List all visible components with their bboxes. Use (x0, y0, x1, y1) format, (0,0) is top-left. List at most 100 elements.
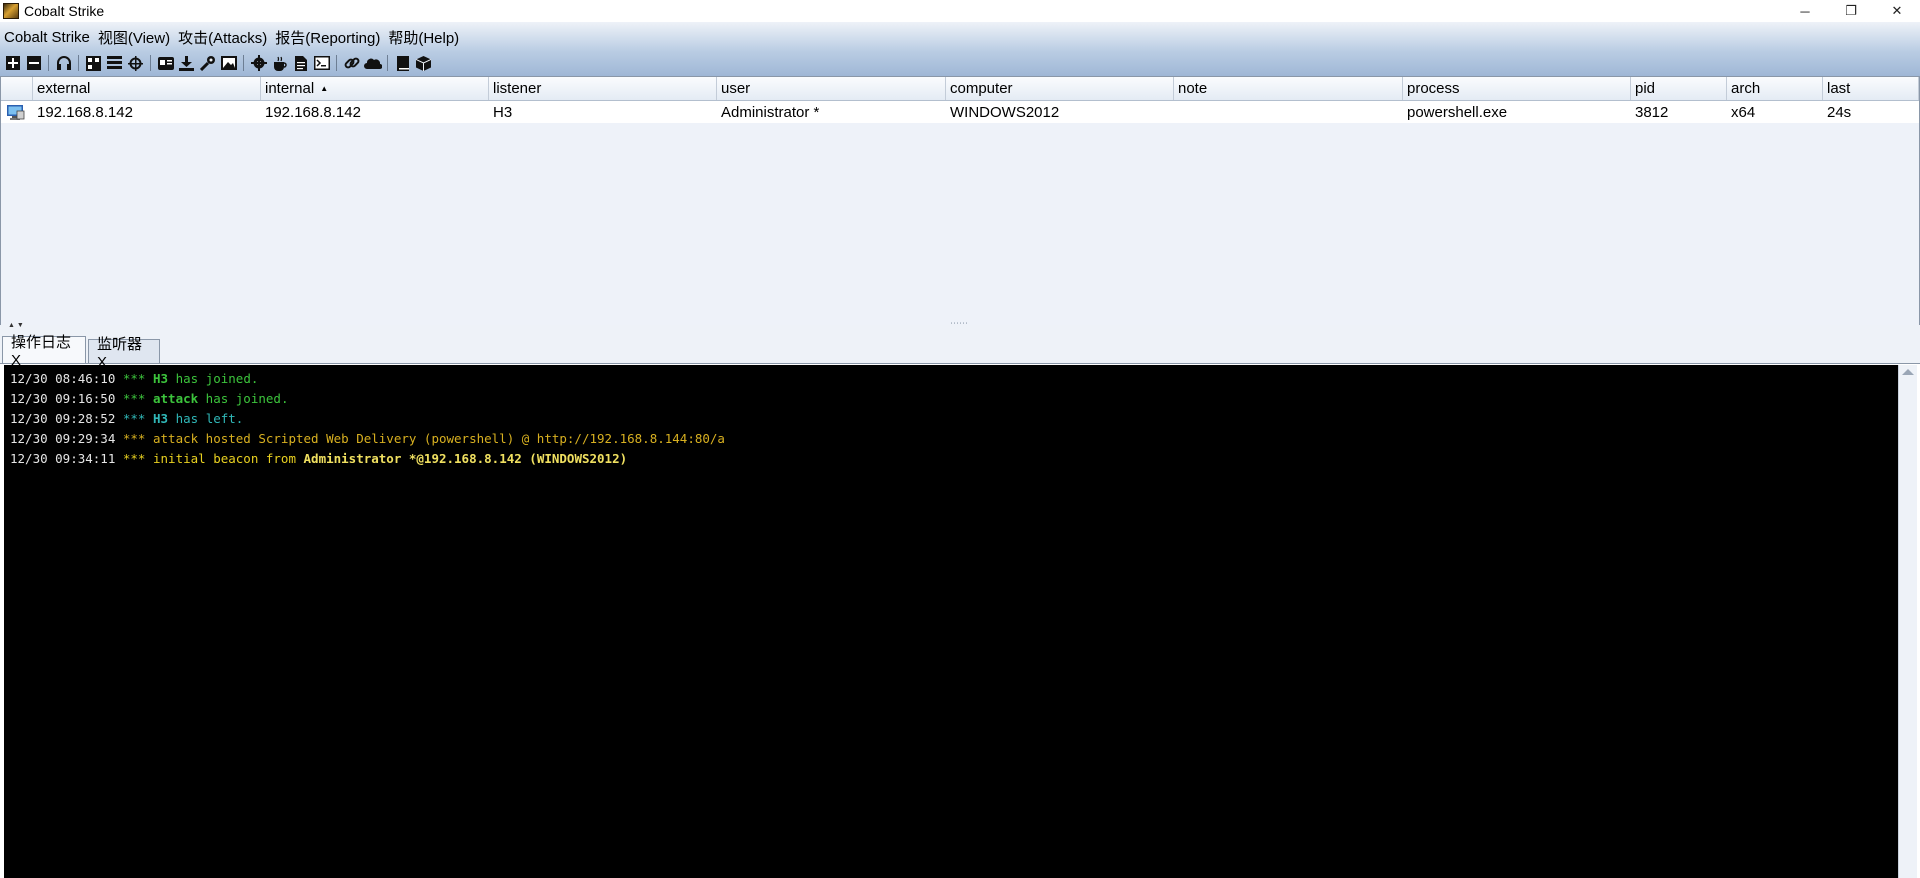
web-log-cloud-icon (363, 57, 382, 69)
console-scrollbar[interactable] (1898, 365, 1917, 878)
tab-0[interactable]: 操作日志X (2, 334, 86, 369)
column-header-label: user (721, 80, 751, 97)
cell-note (1174, 101, 1403, 123)
cell-process: powershell.exe (1407, 103, 1508, 121)
sort-ascending-icon: ▲ (320, 84, 329, 93)
close-button[interactable]: ✕ (1874, 0, 1920, 22)
log-message-segment: *** (115, 451, 153, 466)
cell-internal: 192.168.8.142 (265, 103, 361, 121)
toolbar (2, 52, 434, 74)
cell-external: 192.168.8.142 (37, 103, 133, 121)
monitor-icon (1, 101, 33, 123)
toolbar-separator (150, 55, 151, 71)
active-sessions-cube-button[interactable] (413, 53, 434, 73)
credentials-button[interactable] (155, 53, 176, 73)
disconnect-icon (26, 56, 41, 70)
log-message-segment: Administrator * (303, 451, 417, 466)
cell-computer: WINDOWS2012 (950, 103, 1060, 121)
column-header-note[interactable]: note (1174, 77, 1403, 100)
column-header-label: pid (1635, 80, 1656, 97)
window-title: Cobalt Strike (24, 3, 105, 19)
log-line: 12/30 09:34:11 *** initial beacon from A… (4, 449, 1898, 469)
listeners-headphones-button[interactable] (53, 53, 74, 73)
pivot-graph-icon (86, 55, 101, 71)
listeners-headphones-icon (56, 55, 72, 71)
host-file-link-button[interactable] (341, 53, 362, 73)
menu-item-3[interactable]: 报告(Reporting) (271, 27, 384, 48)
cell-arch: x64 (1731, 103, 1756, 121)
targets-crosshair-button[interactable] (125, 53, 146, 73)
log-message-segment: *** (115, 371, 153, 386)
tab-bar: 操作日志X 监听器X (0, 333, 1920, 371)
menu-item-1[interactable]: 视图(View) (94, 27, 174, 48)
scroll-up-arrow[interactable] (1902, 369, 1914, 375)
log-timestamp: 12/30 09:16:50 (10, 391, 116, 406)
menu-item-4[interactable]: 帮助(Help) (384, 27, 463, 48)
splitter-grip[interactable]: ⋯⋯ (950, 318, 968, 329)
cell-listener: H3 (493, 103, 513, 121)
table-row[interactable]: 192.168.8.142 192.168.8.142 H3 Administrato… (1, 101, 1919, 123)
menu-item-2[interactable]: 攻击(Attacks) (174, 27, 271, 48)
screenshots-button[interactable] (218, 53, 239, 73)
column-header-internal[interactable]: internal ▲ (261, 77, 489, 100)
keystrokes-key-button[interactable] (197, 53, 218, 73)
minimize-button[interactable]: ─ (1782, 0, 1828, 22)
column-header-label: listener (493, 80, 542, 97)
column-header-user[interactable]: user (717, 77, 946, 100)
restore-button[interactable]: ❐ (1828, 0, 1874, 22)
sessions-table: external internal ▲ listener user computer not… (0, 76, 1920, 326)
window-controls: ─ ❐ ✕ (1782, 0, 1920, 22)
log-line: 12/30 09:29:34 *** attack hosted Scripte… (4, 429, 1898, 449)
tab-1[interactable]: 监听器X (88, 336, 160, 371)
log-message-segment: *** (115, 431, 153, 446)
collapse-arrows[interactable]: ▲ ▼ (8, 322, 24, 329)
web-log-cloud-button[interactable] (362, 53, 383, 73)
host-file-link-icon (344, 55, 360, 71)
log-line: 12/30 08:46:10 *** H3 has joined. (4, 369, 1898, 389)
session-table-icon (107, 56, 122, 70)
menu-item-0[interactable]: Cobalt Strike (0, 29, 94, 46)
column-header-computer[interactable]: computer (946, 77, 1174, 100)
column-header-label: last (1827, 80, 1851, 97)
column-header-label: arch (1731, 80, 1761, 97)
powershell-web-delivery-button[interactable] (311, 53, 332, 73)
log-message-segment: attack hosted Scripted Web Delivery (pow… (153, 431, 725, 446)
generate-payload-gear-button[interactable] (248, 53, 269, 73)
targets-crosshair-icon (128, 55, 143, 71)
column-header-process[interactable]: process (1403, 77, 1631, 100)
office-macro-icon (294, 55, 307, 71)
column-header-label: internal (265, 80, 315, 97)
split-pane-divider[interactable]: ▲ ▼ ⋯⋯ (0, 318, 1920, 333)
column-header-listener[interactable]: listener (489, 77, 717, 100)
pivot-graph-button[interactable] (83, 53, 104, 73)
manual-book-button[interactable] (392, 53, 413, 73)
log-timestamp: 12/30 09:28:52 (10, 411, 116, 426)
column-header-pid[interactable]: pid (1631, 77, 1727, 100)
log-line: 12/30 09:16:50 *** attack has joined. (4, 389, 1898, 409)
toolbar-separator (387, 55, 388, 71)
column-header-arch[interactable]: arch (1727, 77, 1823, 100)
log-message-segment: has joined. (198, 391, 289, 406)
powershell-web-delivery-icon (313, 56, 330, 70)
active-sessions-cube-icon (416, 55, 431, 71)
column-header-last[interactable]: last (1823, 77, 1919, 100)
log-message-segment: has left. (168, 411, 244, 426)
log-timestamp: 12/30 09:34:11 (10, 451, 116, 466)
column-header-icon[interactable] (1, 77, 33, 100)
toolbar-separator (48, 55, 49, 71)
disconnect-button[interactable] (23, 53, 44, 73)
cell-last: 24s (1827, 103, 1852, 121)
log-message-segment: H3 (153, 371, 169, 386)
log-message-segment: has joined. (168, 371, 259, 386)
office-macro-button[interactable] (290, 53, 311, 73)
manual-book-icon (396, 55, 409, 71)
session-table-button[interactable] (104, 53, 125, 73)
toolbar-separator (243, 55, 244, 71)
cobalt-strike-app-icon (3, 3, 19, 19)
log-line: 12/30 09:28:52 *** H3 has left. (4, 409, 1898, 429)
column-header-external[interactable]: external (33, 77, 261, 100)
new-connection-button[interactable] (2, 53, 23, 73)
downloads-button[interactable] (176, 53, 197, 73)
java-applet-coffee-button[interactable] (269, 53, 290, 73)
event-log-console[interactable]: 12/30 08:46:10 *** H3 has joined. 12/30 0… (4, 365, 1898, 878)
